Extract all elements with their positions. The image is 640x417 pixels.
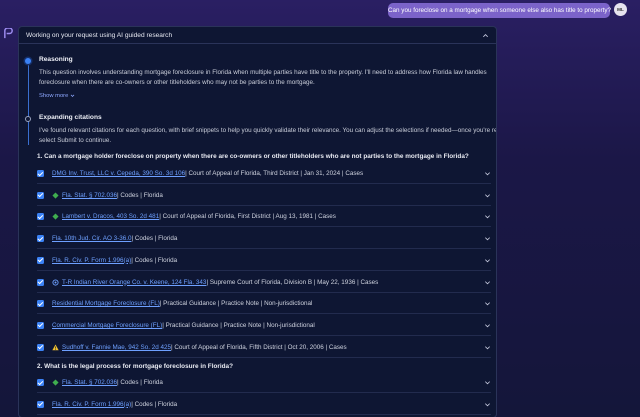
citation-meta: | Practical Guidance | Practice Note | N… <box>162 321 315 329</box>
avatar[interactable]: ML <box>614 3 627 16</box>
chevron-down-icon[interactable] <box>484 379 491 386</box>
citation-link[interactable]: Commercial Mortgage Foreclosure (FL) <box>52 322 162 329</box>
citations-intro-line-1: I've found relevant citations for each q… <box>39 127 497 134</box>
green-diamond-icon <box>52 213 59 220</box>
reasoning-section: Reasoning This question involves underst… <box>39 56 488 99</box>
citation-checkbox[interactable] <box>37 278 44 286</box>
citation-row[interactable]: Fla. 10th Jud. Cir. AO 3-36.0 | Codes | … <box>37 229 491 250</box>
citation-row[interactable]: Residential Mortgage Foreclosure (FL) | … <box>37 294 491 315</box>
citation-checkbox[interactable] <box>37 343 44 351</box>
citations-section: Expanding citations I've found relevant … <box>39 114 497 146</box>
reasoning-text: This question involves understanding mor… <box>39 69 487 86</box>
citation-meta: | Court of Appeal of Florida, Third Dist… <box>185 170 364 177</box>
citation-link[interactable]: Fla. Stat. § 702.036 <box>62 192 117 199</box>
step-done-icon <box>25 58 31 64</box>
citation-meta: | Practical Guidance | Practice Note | N… <box>159 300 313 308</box>
citation-text: Fla. R. Civ. P. Form 1.996(a) | Codes | … <box>52 257 484 264</box>
citation-meta: | Court of Appeal of Florida, First Dist… <box>159 213 336 221</box>
green-diamond-icon <box>52 379 59 386</box>
show-more-link[interactable]: Show more <box>39 92 488 99</box>
citation-row[interactable]: Fla. R. Civ. P. Form 1.996(a) | Codes | … <box>37 251 491 271</box>
citation-link[interactable]: Lambert v. Dracos, 403 So. 2d 481 <box>62 213 159 220</box>
citation-checkbox[interactable] <box>37 379 44 386</box>
citation-meta: | Codes | Florida <box>116 379 163 386</box>
chevron-down-icon[interactable] <box>484 279 491 286</box>
citation-checkbox[interactable] <box>37 300 44 308</box>
citation-link[interactable]: Fla. 10th Jud. Cir. AO 3-36.0 <box>52 235 131 242</box>
citation-text: T-R Indian River Orange Co. v. Keene, 12… <box>52 279 484 286</box>
chevron-down-icon[interactable] <box>484 257 491 264</box>
citation-link[interactable]: Sudhoff v. Fannie Mae, 942 So. 2d 425 <box>62 344 171 351</box>
citation-text: Fla. Stat. § 702.036 | Codes | Florida <box>52 379 484 386</box>
citation-checkbox[interactable] <box>37 213 44 221</box>
chevron-down-icon[interactable] <box>484 322 491 329</box>
citation-text: Lambert v. Dracos, 403 So. 2d 481 | Cour… <box>52 213 484 220</box>
citation-link[interactable]: Residential Mortgage Foreclosure (FL) <box>52 300 160 307</box>
user-message-text: Can you foreclose on a mortgage when som… <box>388 7 611 14</box>
citation-checkbox[interactable] <box>37 321 44 329</box>
citation-row[interactable]: Lambert v. Dracos, 403 So. 2d 481 | Cour… <box>37 207 491 228</box>
panel-title: Working on your request using AI guided … <box>26 31 173 39</box>
citation-meta: | Codes | Florida <box>131 256 178 264</box>
timeline-connector <box>27 63 29 145</box>
chevron-down-icon[interactable] <box>484 170 491 177</box>
citation-link[interactable]: T-R Indian River Orange Co. v. Keene, 12… <box>62 279 206 286</box>
citation-link[interactable]: DMG Inv. Trust, LLC v. Cepeda, 390 So. 3… <box>52 170 185 177</box>
user-message-bubble: Can you foreclose on a mortgage when som… <box>388 3 611 18</box>
citation-meta: | Codes | Florida <box>131 235 178 243</box>
citation-text: Fla. 10th Jud. Cir. AO 3-36.0 | Codes | … <box>52 235 484 242</box>
panel-header[interactable]: Working on your request using AI guided … <box>19 27 496 44</box>
chevron-down-icon[interactable] <box>484 235 491 242</box>
citation-link[interactable]: Fla. R. Civ. P. Form 1.996(a) <box>52 257 131 264</box>
citation-row[interactable]: Fla. Stat. § 702.036 | Codes | Florida <box>37 186 491 206</box>
citation-meta: | Supreme Court of Florida, Division B |… <box>206 278 379 286</box>
citation-row[interactable]: Fla. Stat. § 702.036 | Codes | Florida <box>37 373 491 393</box>
question-2: 2. What is the legal process for mortgag… <box>37 363 234 370</box>
citations-intro: I've found relevant citations for each q… <box>39 126 497 146</box>
citation-text: Residential Mortgage Foreclosure (FL) | … <box>52 300 484 307</box>
yellow-warning-icon <box>52 344 59 350</box>
citation-checkbox[interactable] <box>37 400 44 408</box>
citation-text: Fla. R. Civ. P. Form 1.996(a) | Codes | … <box>52 401 484 408</box>
citation-text: DMG Inv. Trust, LLC v. Cepeda, 390 So. 3… <box>52 170 484 177</box>
citation-checkbox[interactable] <box>37 256 44 264</box>
citation-meta: | Codes | Florida <box>131 400 178 408</box>
citation-link[interactable]: Fla. Stat. § 702.036 <box>62 379 117 386</box>
chevron-down-icon[interactable] <box>484 192 491 199</box>
citation-checkbox[interactable] <box>37 170 44 177</box>
step-pending-icon <box>25 116 31 122</box>
show-more-label: Show more <box>39 93 69 99</box>
app-logo-icon <box>4 28 13 39</box>
citation-text: Sudhoff v. Fannie Mae, 942 So. 2d 425 | … <box>52 344 484 351</box>
citation-link[interactable]: Fla. R. Civ. P. Form 1.996(a) <box>52 401 131 408</box>
citation-text: Fla. Stat. § 702.036 | Codes | Florida <box>52 192 484 199</box>
question-1: 1. Can a mortgage holder foreclose on pr… <box>37 153 469 160</box>
citation-row[interactable]: T-R Indian River Orange Co. v. Keene, 12… <box>37 273 491 293</box>
citation-meta: | Codes | Florida <box>116 191 163 199</box>
citation-checkbox[interactable] <box>37 191 44 199</box>
research-panel: Working on your request using AI guided … <box>18 26 497 417</box>
chevron-down-icon[interactable] <box>484 300 491 307</box>
blue-circle-icon <box>52 278 59 286</box>
reasoning-title: Reasoning <box>39 56 73 63</box>
green-diamond-icon <box>52 192 59 199</box>
chevron-down-icon <box>70 94 75 97</box>
citations-title: Expanding citations <box>39 114 102 121</box>
citation-row[interactable]: Sudhoff v. Fannie Mae, 942 So. 2d 425 | … <box>37 338 491 358</box>
citation-text: Commercial Mortgage Foreclosure (FL) | P… <box>52 322 484 329</box>
chevron-down-icon[interactable] <box>484 344 491 351</box>
chevron-down-icon[interactable] <box>484 213 491 220</box>
citation-meta: | Court of Appeal of Florida, Fifth Dist… <box>171 343 347 351</box>
citation-row[interactable]: Fla. R. Civ. P. Form 1.996(a) | Codes | … <box>37 395 491 415</box>
chevron-up-icon[interactable] <box>482 32 489 39</box>
citation-row[interactable]: Commercial Mortgage Foreclosure (FL) | P… <box>37 316 491 336</box>
citation-row[interactable]: DMG Inv. Trust, LLC v. Cepeda, 390 So. 3… <box>37 164 491 184</box>
chevron-down-icon[interactable] <box>484 401 491 408</box>
citations-intro-line-2: select Submit to continue. <box>39 137 112 144</box>
citation-checkbox[interactable] <box>37 235 44 243</box>
